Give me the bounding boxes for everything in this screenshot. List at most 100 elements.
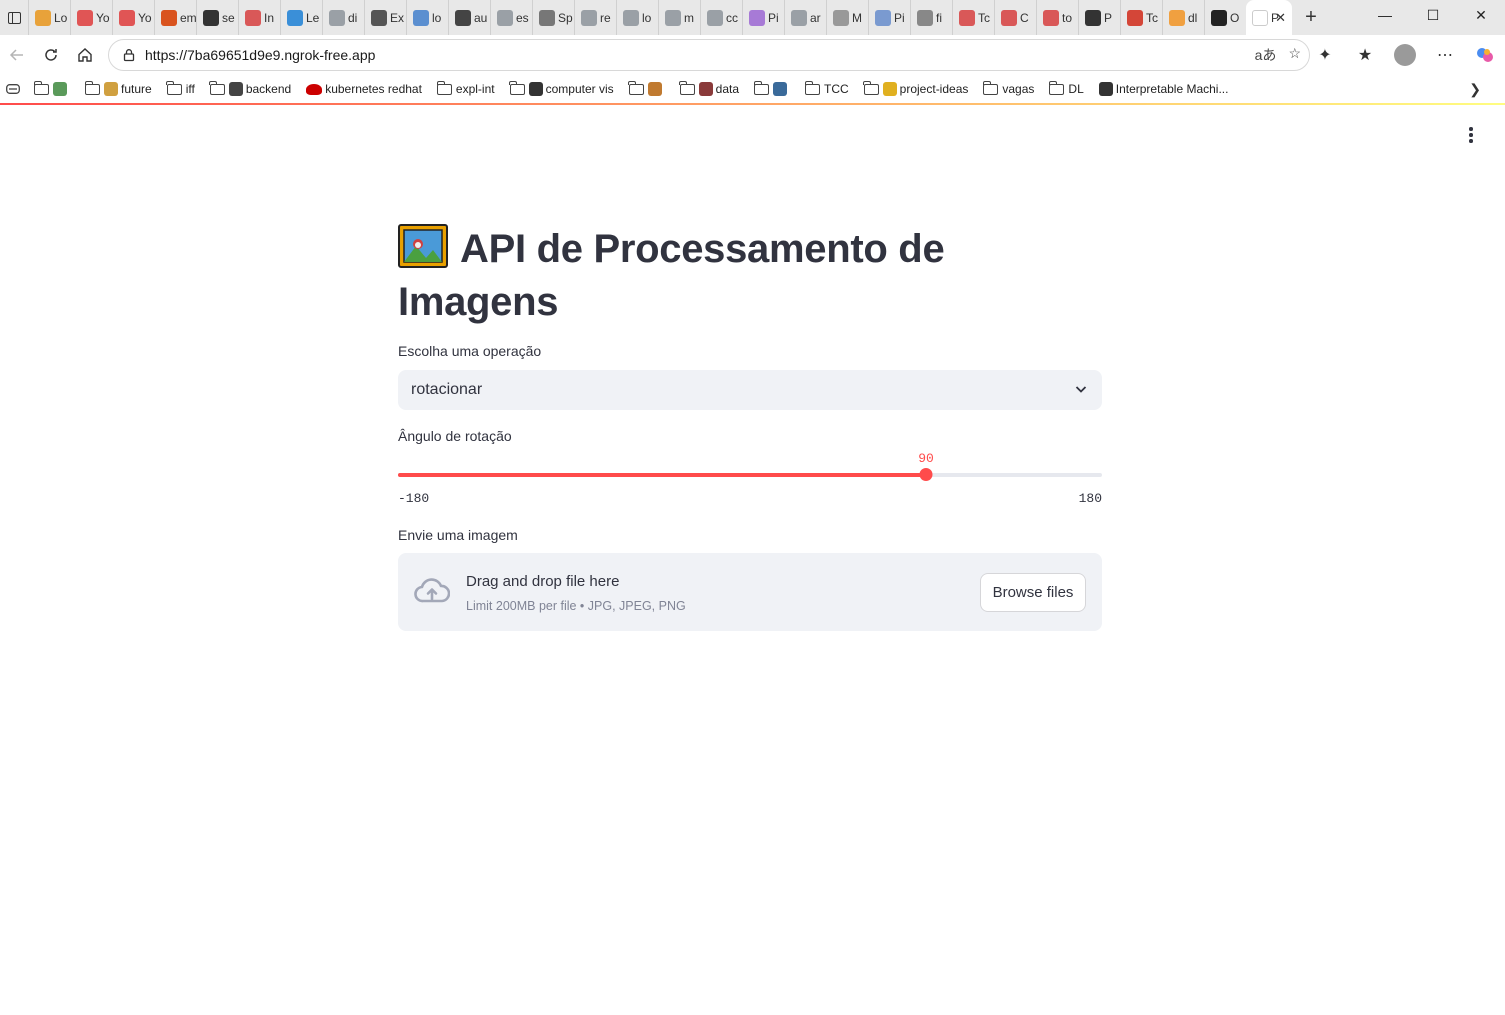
operation-label: Escolha uma operação: [398, 343, 542, 359]
favorites-icon[interactable]: ★: [1345, 35, 1385, 75]
favorite-star-icon[interactable]: ☆: [1288, 45, 1301, 65]
framed-picture-icon: [398, 224, 448, 268]
browser-tab[interactable]: Tc: [952, 0, 994, 35]
browser-tab[interactable]: Yo: [70, 0, 112, 35]
bookmark-item[interactable]: iff: [166, 75, 195, 103]
bookmark-item[interactable]: [33, 75, 70, 103]
browser-tab[interactable]: em: [154, 0, 196, 35]
site-info-icon[interactable]: [113, 48, 145, 62]
browser-tab[interactable]: M: [826, 0, 868, 35]
translate-icon[interactable]: aあ: [1255, 45, 1277, 65]
browser-tab[interactable]: Pi: [868, 0, 910, 35]
u-icon: [749, 9, 765, 26]
bookmark-item[interactable]: [753, 75, 790, 103]
browser-tab[interactable]: Pi: [742, 0, 784, 35]
bookmark-item[interactable]: backend: [209, 75, 291, 103]
new-tab-button[interactable]: +: [1294, 0, 1328, 35]
folder-icon: [863, 80, 879, 95]
browser-tab[interactable]: C: [994, 0, 1036, 35]
folder-icon: [33, 80, 49, 95]
browser-tab[interactable]: Lo: [28, 0, 70, 35]
home-button[interactable]: [68, 38, 102, 72]
browser-tab[interactable]: Tc: [1120, 0, 1162, 35]
refresh-icon: [45, 49, 57, 61]
browser-tab[interactable]: re: [574, 0, 616, 35]
browser-tab[interactable]: to: [1036, 0, 1078, 35]
browser-tab[interactable]: P: [1078, 0, 1120, 35]
bookmark-emoji-icon: [698, 82, 713, 96]
file-dropzone[interactable]: Drag and drop file here Limit 200MB per …: [398, 553, 1102, 631]
bookmark-item[interactable]: [628, 75, 665, 103]
angle-label: Ângulo de rotação: [398, 428, 512, 444]
more-menu-icon[interactable]: ⋯: [1425, 35, 1465, 75]
bookmark-item[interactable]: computer vis: [509, 75, 614, 103]
back-button[interactable]: [0, 38, 34, 72]
bookmark-item[interactable]: kubernetes redhat: [306, 75, 422, 103]
browser-tab[interactable]: ar: [784, 0, 826, 35]
browser-tab[interactable]: Yo: [112, 0, 154, 35]
browser-tab[interactable]: m: [658, 0, 700, 35]
browser-tab[interactable]: Le: [280, 0, 322, 35]
gmail-icon: [1127, 9, 1143, 26]
address-bar[interactable]: https://7ba69651d9e9.ngrok-free.app aあ ☆: [108, 39, 1310, 71]
bookmark-item[interactable]: TCC: [804, 75, 849, 103]
close-window-button[interactable]: ✕: [1457, 0, 1505, 30]
bookmark-label: project-ideas: [899, 82, 969, 96]
pdf-icon: [959, 9, 975, 26]
dropzone-instructions: Drag and drop file here: [466, 573, 620, 590]
slider-thumb[interactable]: [919, 468, 933, 481]
browser-tab[interactable]: In: [238, 0, 280, 35]
extensions-icon[interactable]: ✦: [1305, 35, 1345, 75]
tab-actions-menu-button[interactable]: [0, 0, 28, 35]
bookmark-item[interactable]: Interpretable Machi...: [1098, 75, 1229, 103]
browse-files-button[interactable]: Browse files: [980, 573, 1086, 612]
copilot-icon[interactable]: [1465, 35, 1505, 75]
spotify-icon: [539, 9, 555, 26]
tab-title: Yo: [138, 10, 152, 25]
bookmark-item[interactable]: future: [84, 75, 152, 103]
orange-icon: [1169, 9, 1185, 26]
bookmark-item[interactable]: DL: [1049, 75, 1084, 103]
bookmark-emoji-icon: [882, 82, 897, 96]
bookmark-item[interactable]: vagas: [982, 75, 1034, 103]
kebab-dot: [1469, 133, 1473, 137]
bookmark-media-icon[interactable]: [6, 75, 20, 103]
browser-tab[interactable]: Ex: [364, 0, 406, 35]
grid-icon: [833, 9, 849, 26]
google-icon: [497, 9, 513, 26]
maximize-button[interactable]: ☐: [1409, 0, 1457, 30]
github-icon: [203, 9, 219, 26]
openai-icon: [1085, 9, 1101, 26]
browser-tab[interactable]: au: [448, 0, 490, 35]
minimize-button[interactable]: —: [1361, 0, 1409, 30]
app-main-menu-button[interactable]: [1467, 127, 1475, 143]
browser-tab[interactable]: lo: [406, 0, 448, 35]
browser-tab[interactable]: fi: [910, 0, 952, 35]
close-tab-icon[interactable]: ✕: [1275, 10, 1286, 26]
browser-tab[interactable]: Sp: [532, 0, 574, 35]
back-arrow-icon: [9, 49, 23, 61]
browser-tab-active[interactable]: P ✕: [1246, 0, 1292, 35]
tab-title: lo: [642, 10, 652, 25]
bookmark-label: expl-int: [455, 82, 495, 96]
tab-title: fi: [936, 10, 942, 25]
browser-tab[interactable]: es: [490, 0, 532, 35]
bookmark-item[interactable]: project-ideas: [863, 75, 969, 103]
refresh-button[interactable]: [34, 38, 68, 72]
browser-tab[interactable]: dl: [1162, 0, 1204, 35]
pdf-icon: [1043, 9, 1059, 26]
browser-tab[interactable]: O: [1204, 0, 1246, 35]
slider-max-label: 180: [1078, 491, 1102, 506]
profile-avatar[interactable]: [1394, 44, 1416, 66]
bookmark-item[interactable]: data: [679, 75, 739, 103]
bookmark-label: Interpretable Machi...: [1115, 82, 1229, 96]
operation-select[interactable]: rotacionar: [398, 370, 1102, 410]
bookmarks-overflow-chevron-icon[interactable]: ❯: [1469, 81, 1481, 98]
browser-tab[interactable]: cc: [700, 0, 742, 35]
browser-tab[interactable]: se: [196, 0, 238, 35]
browser-tab[interactable]: lo: [616, 0, 658, 35]
browser-tab[interactable]: di: [322, 0, 364, 35]
tab-title: to: [1062, 10, 1073, 25]
streamlit-icon: [1252, 9, 1268, 26]
bookmark-item[interactable]: expl-int: [436, 75, 495, 103]
